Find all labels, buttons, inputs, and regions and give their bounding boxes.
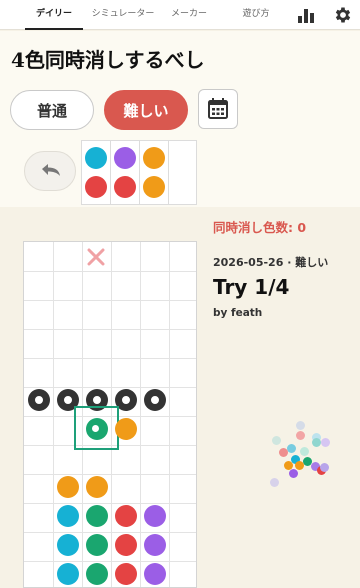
queue-ball (143, 147, 165, 169)
calendar-icon (208, 98, 228, 119)
puzzle-date-difficulty: 2026-05-26 · 難しい (213, 256, 329, 269)
difficulty-normal-button[interactable]: 普通 (10, 90, 94, 130)
board-ball (86, 534, 108, 556)
board-ball (86, 563, 108, 585)
board-ball (144, 534, 166, 556)
queue-ball (143, 176, 165, 198)
bar-chart-icon[interactable] (296, 5, 316, 25)
board-ball (57, 476, 79, 498)
tab-simulator[interactable]: シミュレーター (90, 0, 156, 30)
target-marker (28, 389, 50, 411)
death-cross-icon (87, 248, 105, 266)
undo-button[interactable] (24, 151, 76, 191)
board-ball (144, 563, 166, 585)
board-ball (115, 505, 137, 527)
board-ball (57, 505, 79, 527)
queue-ball (85, 176, 107, 198)
puzzle-title: 4色同時消しするべし (11, 48, 205, 72)
board-ball (57, 563, 79, 585)
board-ball (86, 505, 108, 527)
board-ball (115, 534, 137, 556)
active-piece-ball[interactable] (115, 418, 137, 440)
active-piece-eye (92, 425, 99, 432)
try-counter: Try 1/4 (213, 275, 290, 299)
game-board[interactable] (23, 241, 197, 588)
next-piece-queue (81, 140, 197, 205)
board-ball (57, 534, 79, 556)
calendar-button[interactable] (198, 89, 238, 129)
queue-ball (114, 176, 136, 198)
board-ball (86, 476, 108, 498)
top-nav: デイリー シミュレーター メーカー 遊び方 (0, 0, 360, 30)
puzzle-author: by feath (213, 307, 263, 319)
tab-how-to-play[interactable]: 遊び方 (236, 0, 276, 30)
queue-ball (85, 147, 107, 169)
board-ball (115, 563, 137, 585)
target-marker (144, 389, 166, 411)
undo-icon (42, 164, 60, 176)
tab-maker[interactable]: メーカー (166, 0, 212, 30)
tab-daily[interactable]: デイリー (25, 0, 83, 30)
simultaneous-clear-count: 同時消し色数: 0 (213, 220, 307, 235)
board-ball (144, 505, 166, 527)
queue-ball (114, 147, 136, 169)
difficulty-hard-button[interactable]: 難しい (104, 90, 188, 130)
gear-icon[interactable] (333, 5, 353, 25)
